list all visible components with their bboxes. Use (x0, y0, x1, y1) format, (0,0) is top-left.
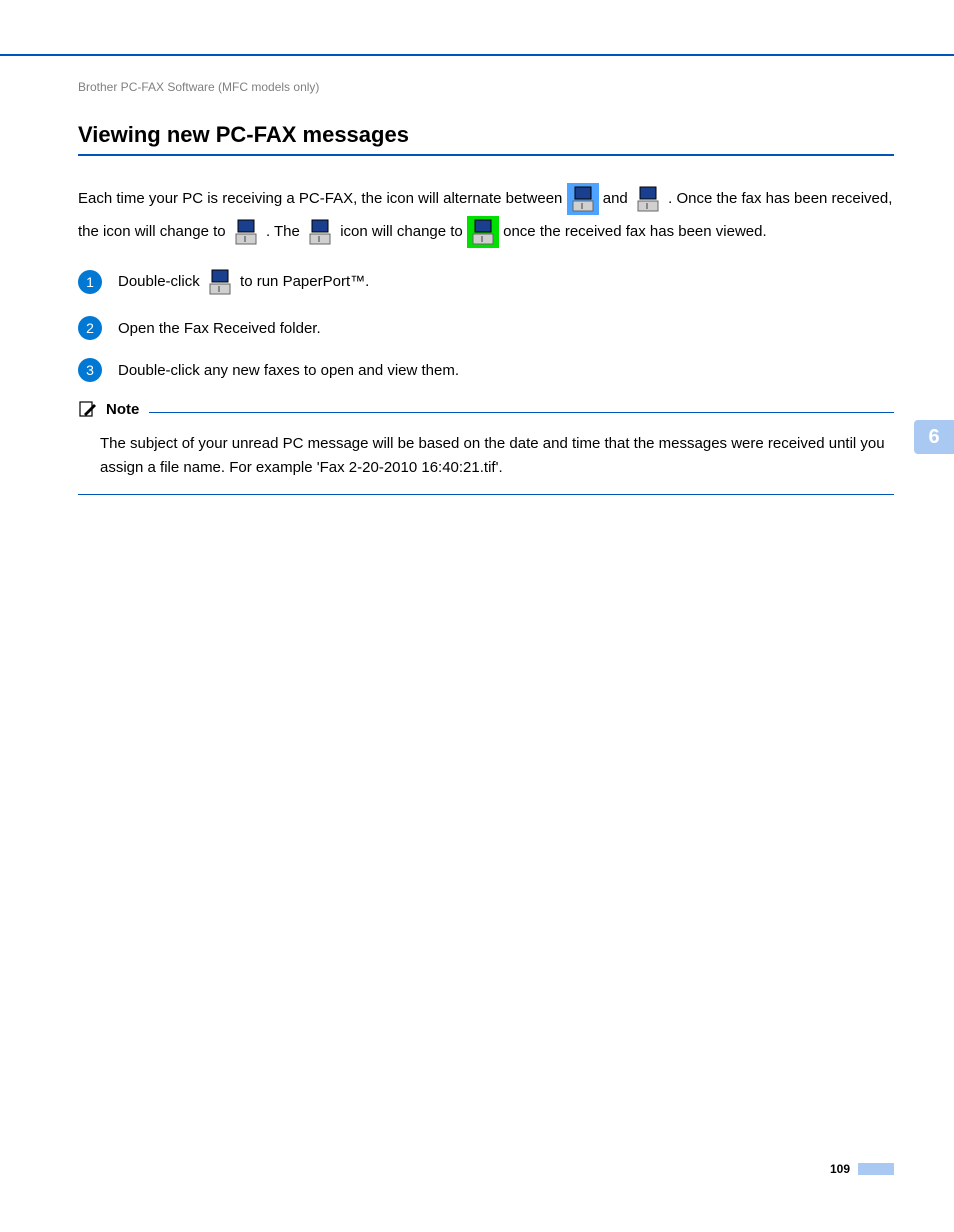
fax-receiving-icon (632, 183, 664, 215)
step-badge-1: 1 (78, 270, 102, 294)
para-text-6: once the received fax has been viewed. (503, 223, 767, 240)
intro-paragraph: Each time your PC is receiving a PC-FAX,… (78, 182, 894, 248)
fax-received-unread-icon (230, 216, 262, 248)
step-badge-2: 2 (78, 316, 102, 340)
step-1a: Double-click (118, 273, 204, 290)
note-top-rule (149, 412, 894, 413)
note-block: Note The subject of your unread PC messa… (78, 400, 894, 495)
para-text-1: Each time your PC is receiving a PC-FAX,… (78, 190, 567, 207)
section-title: Viewing new PC-FAX messages (78, 122, 894, 148)
title-underline (78, 154, 894, 156)
page-mark (858, 1163, 894, 1175)
chapter-number: 6 (928, 426, 939, 449)
fax-viewed-green-icon (467, 216, 499, 248)
page-content: Brother PC-FAX Software (MFC models only… (78, 80, 894, 495)
step-badge-3: 3 (78, 358, 102, 382)
page-footer: 109 (830, 1162, 894, 1176)
fax-receiving-blue-highlight-icon (567, 183, 599, 215)
step-3-text: Double-click any new faxes to open and v… (118, 362, 459, 379)
header-rule (0, 54, 954, 56)
fax-received-unread-icon-2 (304, 216, 336, 248)
note-bottom-rule (78, 494, 894, 495)
chapter-tab: 6 (914, 420, 954, 454)
step-list: 1 Double-click to run PaperPort™. 2 Open… (78, 266, 894, 382)
para-text-2: and (603, 190, 632, 207)
step-1-text: Double-click to run PaperPort™. (118, 266, 369, 298)
step-3: 3 Double-click any new faxes to open and… (78, 358, 894, 382)
fax-received-unread-icon-3 (204, 266, 236, 298)
para-text-4: . The (266, 223, 304, 240)
note-label: Note (106, 401, 139, 418)
para-text-5: icon will change to (340, 223, 467, 240)
step-1b: to run PaperPort™. (240, 273, 369, 290)
step-1: 1 Double-click to run PaperPort™. (78, 266, 894, 298)
page-number: 109 (830, 1162, 850, 1176)
note-body: The subject of your unread PC message wi… (78, 424, 894, 488)
step-2: 2 Open the Fax Received folder. (78, 316, 894, 340)
breadcrumb: Brother PC-FAX Software (MFC models only… (78, 80, 894, 94)
note-header: Note (78, 400, 139, 418)
step-2-text: Open the Fax Received folder. (118, 320, 321, 337)
note-pencil-icon (78, 400, 98, 418)
